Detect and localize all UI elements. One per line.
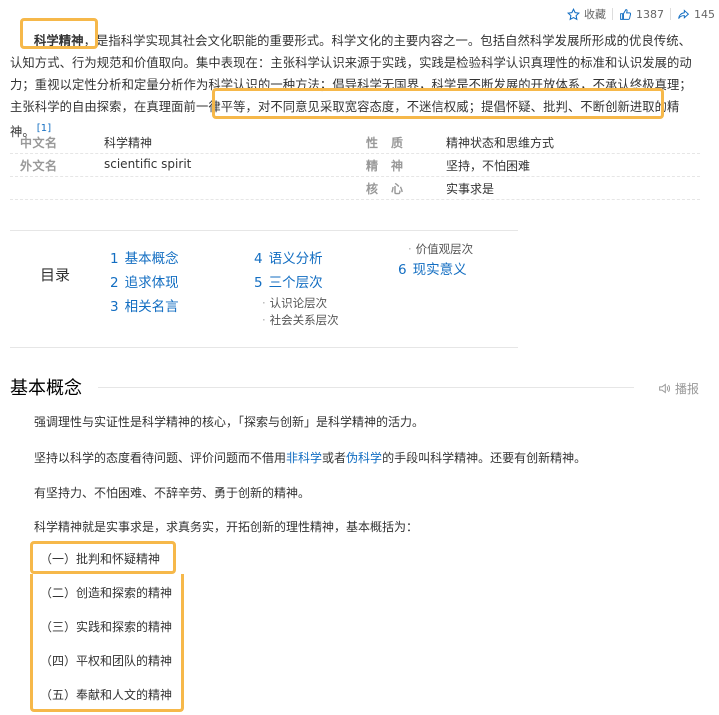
catalog-item[interactable]: 3 相关名言 [110,295,179,319]
infobox-row: 核 心 实事求是 [10,177,700,200]
star-icon [567,7,580,20]
speaker-icon [659,383,670,394]
share-icon [678,8,690,19]
catalog-column: 4语义分析 5三个层次 认识论层次 社会关系层次 [254,247,339,329]
intro-paragraph: 科学精神，是指科学实现其社会文化职能的重要形式。科学文化的主要内容之一。包括自然… [10,30,700,143]
collect-label: 收藏 [584,8,606,21]
catalog-item[interactable]: 4 语义分析 [254,247,339,271]
catalog-column: 价值观层次 6现实意义 [398,241,473,282]
infobox-key: 性 质 [366,136,404,150]
section-divider [98,387,634,388]
infobox-key: 中文名 [20,136,58,150]
catalog-item[interactable]: 6 现实意义 [398,258,473,282]
infobox-row: 外文名 scientific spirit 精 神 坚持，不怕困难 [10,154,700,177]
list-item: （三）实践和探索的精神 [40,620,173,634]
table-of-contents: 目录 1基本概念 2追求体现 3相关名言 4语义分析 5三个层次 认识论层次 社… [10,230,518,348]
pseudo-science-link[interactable]: 伪科学 [346,451,382,465]
intro-term: 科学精神 [34,34,84,48]
infobox-value: 科学精神 [104,136,153,150]
like-button[interactable]: 1387 [619,8,664,21]
divider [670,8,671,20]
infobox-row: 中文名 科学精神 性 质 精神状态和思维方式 [10,131,700,154]
catalog-subitem[interactable]: 认识论层次 [254,295,339,312]
infobox-key: 外文名 [20,159,58,173]
catalog-column: 1 基本概念 2 追求体现 3 相关名言 [110,247,179,319]
infobox-value: 坚持，不怕困难 [446,159,531,173]
list-item: （五）奉献和人文的精神 [40,688,173,702]
list-item: （一）批判和怀疑精神 [40,552,161,566]
non-science-link[interactable]: 非科学 [286,451,322,465]
divider [612,8,613,20]
play-button[interactable]: 播报 [658,380,699,397]
infobox: 中文名 科学精神 性 质 精神状态和思维方式 外文名 scientific sp… [10,131,700,200]
section-title: 基本概念 [10,378,82,399]
list-item: （四）平权和团队的精神 [40,654,173,668]
section-paragraph: 科学精神就是实事求是，求真务实，开拓创新的理性精神，基本概括为： [34,520,419,534]
catalog-title: 目录 [40,266,71,284]
article-actions: 收藏 1387 145 [567,6,715,22]
catalog-item[interactable]: 2 追求体现 [110,271,179,295]
infobox-key: 精 神 [366,159,404,173]
play-label: 播报 [674,382,699,396]
catalog-item[interactable]: 5 三个层次 [254,271,339,295]
section-paragraph: 坚持以科学的态度看待问题、评价问题而不借用非科学或者伪科学的手段叫科学精神。还要… [34,451,587,465]
list-item: （二）创造和探索的精神 [40,586,173,600]
share-button[interactable]: 145 [677,8,715,21]
catalog-subitem[interactable]: 社会关系层次 [254,312,339,329]
share-count: 145 [694,7,715,21]
thumbs-up-icon [620,8,632,20]
section-paragraph: 有坚持力、不怕困难、不辞辛劳、勇于创新的精神。 [34,486,311,500]
infobox-key: 核 心 [366,182,404,196]
infobox-value: 精神状态和思维方式 [446,136,555,150]
like-count: 1387 [636,7,664,21]
section-paragraph: 强调理性与实证性是科学精神的核心，「探索与创新」是科学精神的活力。 [34,415,425,429]
catalog-item[interactable]: 1 基本概念 [110,247,179,271]
infobox-value: 实事求是 [446,182,495,196]
infobox-value: scientific spirit [104,157,192,171]
catalog-subitem[interactable]: 价值观层次 [398,241,474,258]
collect-button[interactable]: 收藏 [567,6,606,22]
